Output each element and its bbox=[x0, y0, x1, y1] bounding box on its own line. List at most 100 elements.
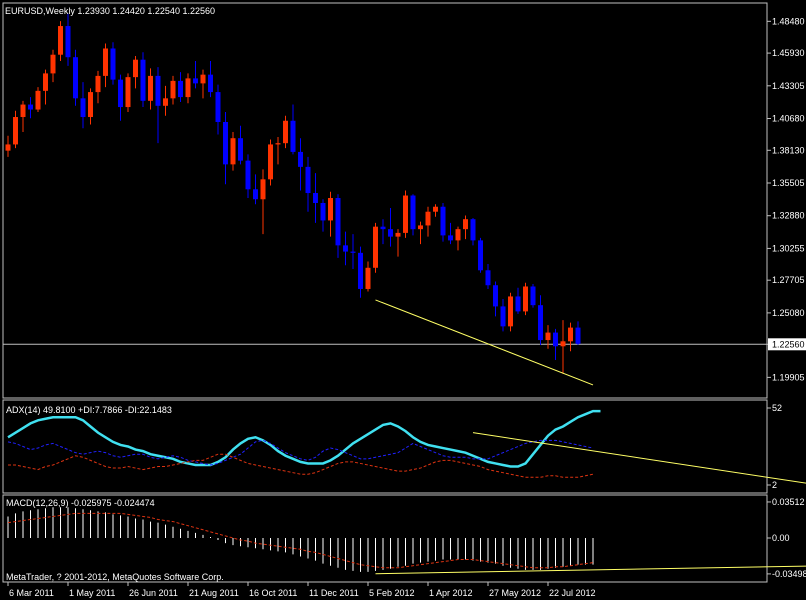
candle-body[interactable] bbox=[388, 229, 393, 237]
candle-body[interactable] bbox=[13, 117, 18, 145]
candle-body[interactable] bbox=[43, 73, 48, 91]
candle-body[interactable] bbox=[133, 59, 138, 78]
time-axis: 6 Mar 2011 1 May 2011 26 Jun 2011 21 Aug 20… bbox=[7, 582, 596, 598]
candle-body[interactable] bbox=[440, 206, 446, 236]
candle-body[interactable] bbox=[185, 78, 191, 98]
candle-body[interactable] bbox=[28, 104, 33, 110]
candle-body[interactable] bbox=[350, 251, 356, 253]
candle-body[interactable] bbox=[253, 189, 258, 200]
candle-body[interactable] bbox=[358, 252, 363, 289]
candle-body[interactable] bbox=[478, 240, 483, 271]
candle-body[interactable] bbox=[103, 48, 108, 76]
candle-body[interactable] bbox=[245, 160, 251, 190]
candle-body[interactable] bbox=[448, 235, 453, 241]
price-tick-label: 1.38130 bbox=[772, 145, 805, 155]
candlesticks[interactable] bbox=[5, 13, 581, 374]
candle-body[interactable] bbox=[523, 286, 528, 312]
time-tick-label: 6 Mar 2011 bbox=[9, 588, 54, 598]
candle-body[interactable] bbox=[140, 59, 146, 101]
candle-body[interactable] bbox=[455, 229, 461, 241]
price-tick-label: 1.30255 bbox=[772, 243, 805, 253]
time-tick-label: 22 Jul 2012 bbox=[549, 588, 596, 598]
candle-body[interactable] bbox=[193, 78, 198, 84]
candle-body[interactable] bbox=[178, 80, 183, 98]
macd-panel-title: MACD(12,26,9) -0.025975 -0.024474 bbox=[6, 498, 155, 508]
candle-body[interactable] bbox=[155, 75, 161, 106]
candle-body[interactable] bbox=[433, 206, 438, 212]
candle-body[interactable] bbox=[65, 26, 71, 58]
candle-body[interactable] bbox=[463, 219, 468, 230]
candle-body[interactable] bbox=[470, 219, 476, 241]
candle-body[interactable] bbox=[335, 198, 341, 246]
candle-body[interactable] bbox=[95, 75, 101, 93]
candle-body[interactable] bbox=[515, 296, 521, 312]
price-tick-label: 1.19905 bbox=[772, 372, 805, 382]
candle-body[interactable] bbox=[365, 267, 371, 289]
candle-body[interactable] bbox=[215, 92, 221, 122]
macd-tick-label: -0.03498 bbox=[772, 569, 806, 579]
copyright-text: MetaTrader, ? 2001-2012, MetaQuotes Soft… bbox=[6, 572, 224, 582]
macd-panel[interactable]: 0.03512 0.00 -0.03498 bbox=[7, 497, 806, 579]
candle-body[interactable] bbox=[260, 179, 266, 200]
candle-body[interactable] bbox=[35, 90, 41, 110]
time-tick-label: 5 Feb 2012 bbox=[369, 588, 415, 598]
candle-body[interactable] bbox=[380, 226, 386, 230]
candle-body[interactable] bbox=[298, 151, 303, 167]
candle-body[interactable] bbox=[88, 92, 93, 118]
candle-body[interactable] bbox=[200, 74, 206, 84]
candle-body[interactable] bbox=[553, 332, 558, 347]
adx-tick-label: 52 bbox=[772, 403, 782, 413]
candle-body[interactable] bbox=[418, 225, 423, 230]
candle-body[interactable] bbox=[58, 26, 63, 55]
candle-body[interactable] bbox=[118, 79, 123, 108]
macd-tick-label: 0.00 bbox=[772, 533, 790, 543]
candle-body[interactable] bbox=[238, 138, 243, 161]
adx-panel-title: ADX(14) 49.8100 +DI:7.7866 -DI:22.1483 bbox=[6, 405, 172, 415]
price-trendline[interactable] bbox=[375, 299, 594, 386]
candle-body[interactable] bbox=[403, 195, 408, 233]
candle-body[interactable] bbox=[223, 121, 228, 165]
candle-body[interactable] bbox=[163, 98, 168, 106]
candle-body[interactable] bbox=[110, 48, 116, 80]
candle-body[interactable] bbox=[493, 285, 498, 307]
candle-body[interactable] bbox=[5, 144, 11, 151]
candle-body[interactable] bbox=[538, 305, 543, 341]
candle-body[interactable] bbox=[530, 286, 536, 306]
candle-body[interactable] bbox=[230, 138, 236, 165]
candle-body[interactable] bbox=[208, 74, 213, 93]
candle-body[interactable] bbox=[575, 327, 581, 344]
candle-body[interactable] bbox=[545, 332, 551, 341]
candle-body[interactable] bbox=[20, 104, 26, 118]
time-tick-label: 1 May 2011 bbox=[69, 588, 115, 598]
candle-body[interactable] bbox=[560, 341, 566, 347]
candle-body[interactable] bbox=[73, 57, 78, 99]
candle-body[interactable] bbox=[508, 296, 513, 327]
candle-body[interactable] bbox=[373, 226, 378, 268]
candle-body[interactable] bbox=[410, 195, 416, 230]
price-tick-label: 1.35505 bbox=[772, 178, 805, 188]
candle-body[interactable] bbox=[320, 202, 326, 221]
candle-body[interactable] bbox=[500, 306, 506, 327]
chart-canvas[interactable]: 1.48480 1.45930 1.43305 1.40680 1.38130 1.355… bbox=[0, 0, 806, 600]
macd-trendline[interactable] bbox=[375, 565, 806, 575]
candle-body[interactable] bbox=[485, 270, 491, 286]
candle-body[interactable] bbox=[170, 80, 176, 99]
time-tick-label: 11 Dec 2011 bbox=[309, 588, 359, 598]
candle-body[interactable] bbox=[305, 166, 311, 194]
candle-body[interactable] bbox=[313, 193, 318, 203]
candle-body[interactable] bbox=[50, 54, 56, 74]
candle-body[interactable] bbox=[425, 211, 431, 226]
candle-body[interactable] bbox=[148, 75, 153, 101]
candle-body[interactable] bbox=[80, 98, 86, 118]
candle-body[interactable] bbox=[275, 143, 281, 145]
candle-body[interactable] bbox=[395, 232, 401, 237]
candle-body[interactable] bbox=[125, 77, 131, 108]
candle-body[interactable] bbox=[343, 245, 348, 252]
candle-body[interactable] bbox=[268, 144, 273, 180]
candle-body[interactable] bbox=[283, 120, 288, 144]
candle-body[interactable] bbox=[568, 327, 573, 342]
candle-body[interactable] bbox=[328, 198, 333, 221]
candle-body[interactable] bbox=[290, 120, 296, 152]
time-tick-label: 21 Aug 2011 bbox=[189, 588, 239, 598]
adx-panel[interactable]: 52 2 bbox=[7, 403, 806, 490]
